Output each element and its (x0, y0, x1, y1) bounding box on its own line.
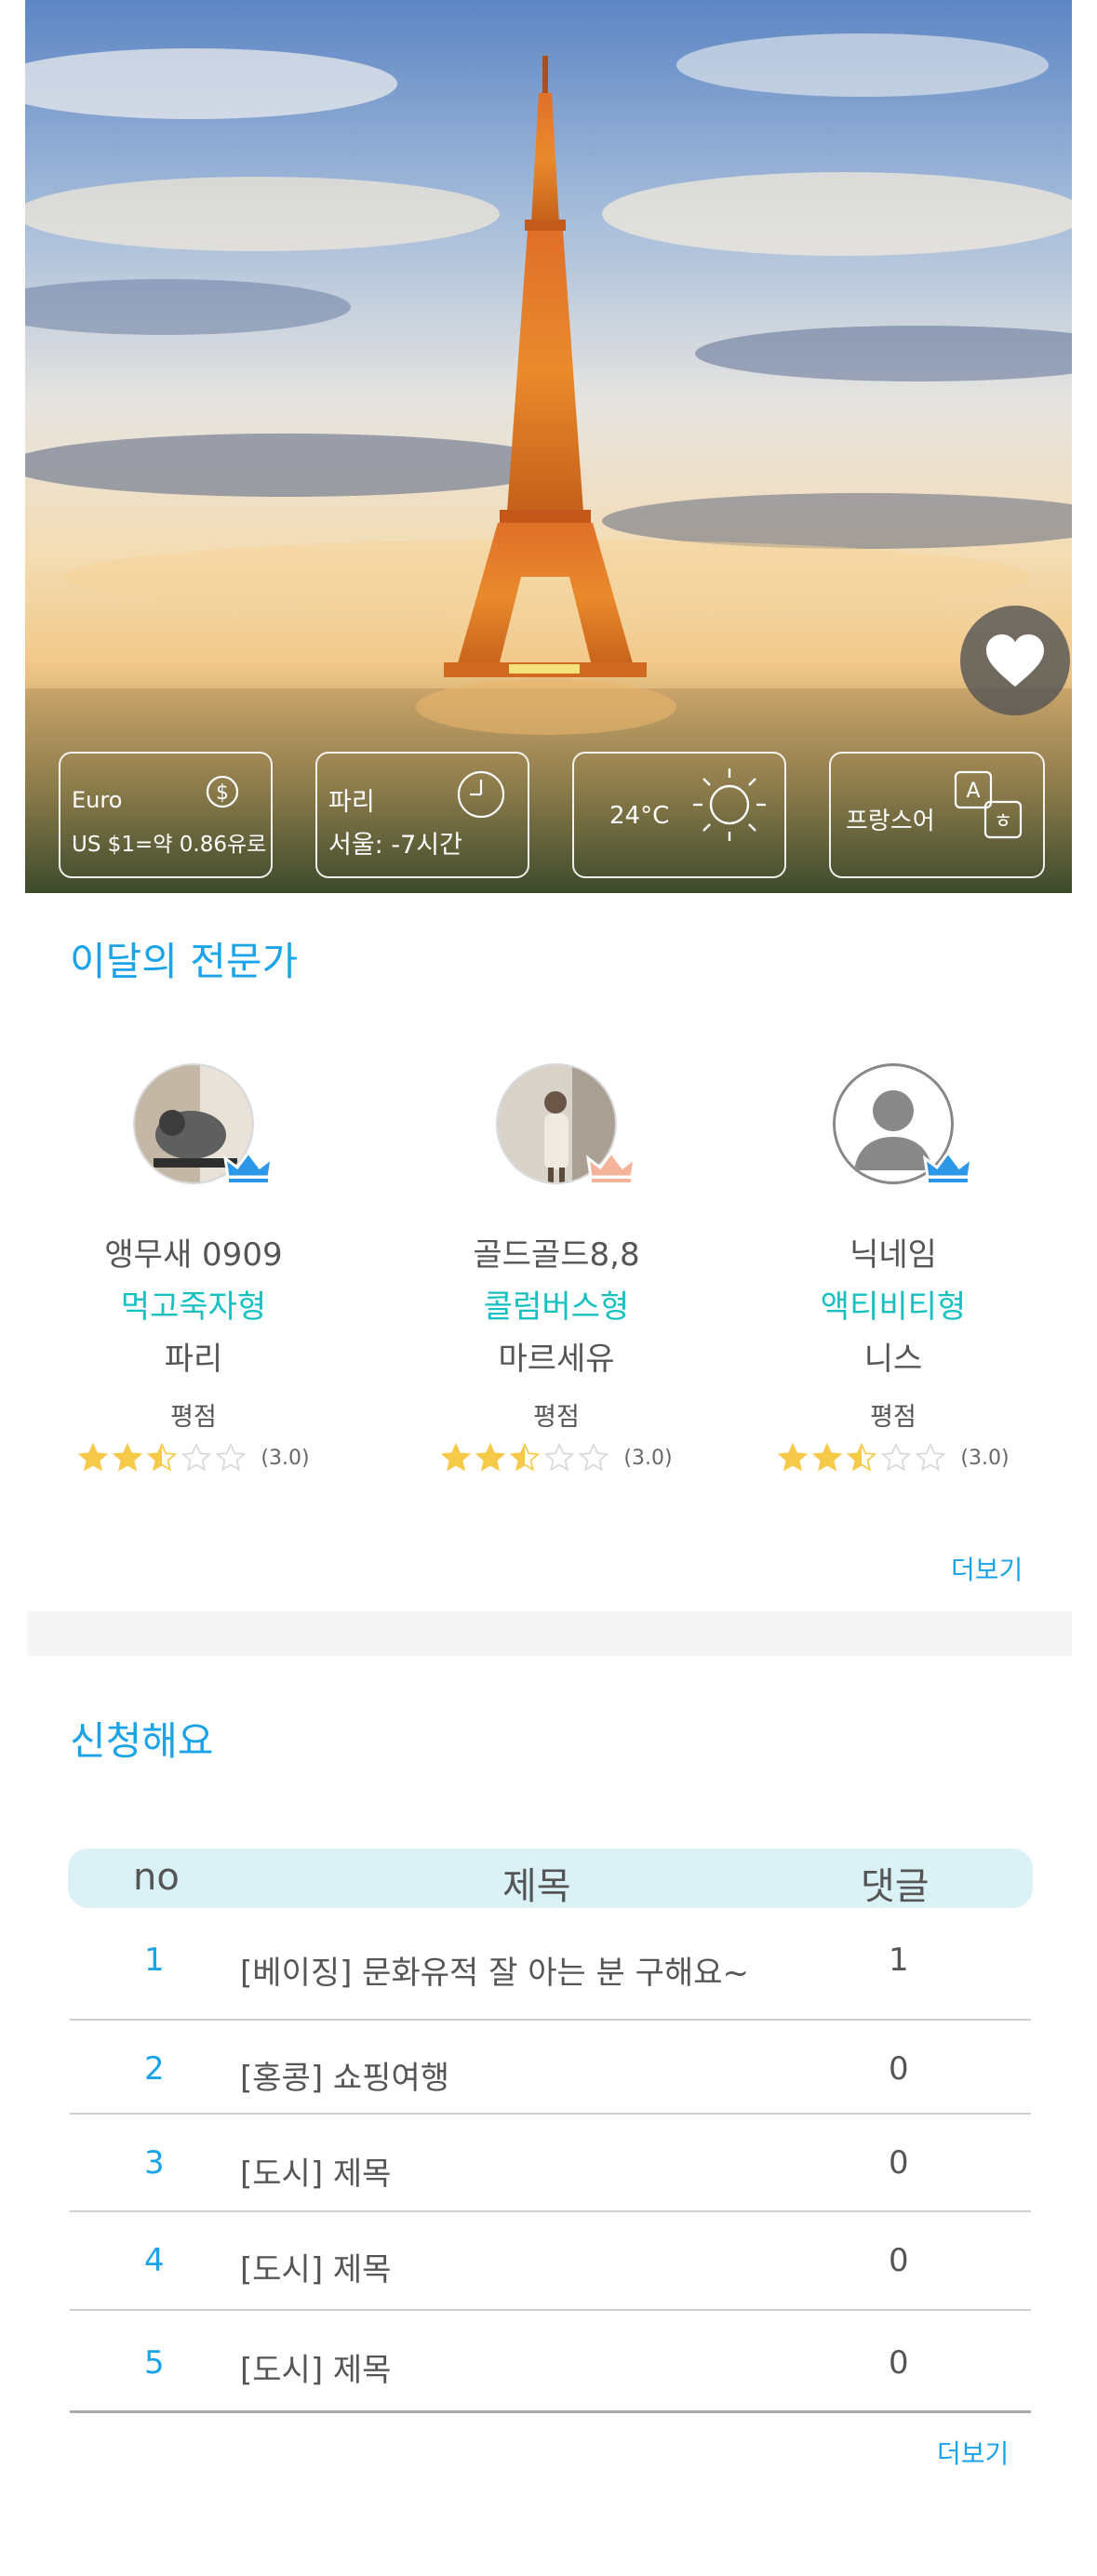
time-difference: 서울: -7시간 (328, 831, 462, 860)
row-comments: 0 (889, 2242, 909, 2279)
row-no: 1 (144, 1942, 165, 1979)
expert-name: 골드골드8,8 (473, 1236, 640, 1274)
row-title: [도시] 제목 (240, 2352, 392, 2389)
star-icon (579, 1442, 609, 1472)
weather-info: 24°C (572, 752, 786, 878)
star-rating: (3.0) (740, 1442, 1047, 1474)
expert-name: 닉네임 (850, 1236, 937, 1274)
row-title: [홍콩] 쇼핑여행 (240, 2060, 450, 2097)
rating-label: 평점 (870, 1403, 916, 1432)
row-comments: 1 (889, 1942, 909, 1979)
column-title: 제목 (502, 1865, 571, 1908)
svg-text:ㅎ: ㅎ (994, 810, 1012, 834)
star-icon (812, 1442, 843, 1472)
table-row[interactable]: 2 [홍콩] 쇼핑여행 0 (70, 2021, 1031, 2115)
row-no: 2 (144, 2050, 165, 2088)
temperature: 24°C (609, 802, 670, 830)
crown-icon (922, 1150, 974, 1184)
row-title: [도시] 제목 (240, 2251, 392, 2289)
row-comments: 0 (889, 2050, 909, 2088)
star-rating: (3.0) (403, 1442, 710, 1474)
table-header: no 제목 댓글 (68, 1849, 1033, 1908)
row-comments: 0 (889, 2144, 909, 2182)
star-icon (916, 1442, 946, 1472)
svg-text:A: A (966, 780, 980, 803)
language-label: 프랑스어 (846, 808, 935, 835)
expert-card[interactable]: 앵무새 0909 먹고죽자형 파리 평점 (3.0) (40, 1063, 347, 1474)
translate-icon: A ㅎ (954, 770, 1023, 839)
exchange-rate: US $1=약 0.86유로 (72, 833, 267, 857)
expert-type: 콜럼버스형 (483, 1288, 630, 1326)
star-icon (847, 1442, 877, 1472)
star-icon (113, 1442, 143, 1472)
star-icon (544, 1442, 575, 1472)
star-icon (510, 1442, 541, 1472)
table-row[interactable]: 3 [도시] 제목 0 (70, 2115, 1031, 2212)
crown-icon (222, 1150, 274, 1184)
favorite-button[interactable] (960, 606, 1070, 715)
dollar-icon: $ (206, 775, 239, 808)
star-icon (216, 1442, 247, 1472)
expert-city: 니스 (863, 1341, 923, 1378)
expert-city: 파리 (164, 1341, 223, 1378)
city-label: 파리 (328, 788, 375, 817)
table-row[interactable]: 5 [도시] 제목 0 (70, 2311, 1031, 2413)
row-title: [베이징] 문화유적 잘 아는 분 구해요~ (240, 1955, 749, 1992)
rating-value: (3.0) (623, 1446, 673, 1470)
star-icon (441, 1442, 472, 1472)
row-no: 4 (144, 2242, 165, 2279)
expert-card[interactable]: 닉네임 액티비티형 니스 평점 (3.0) (740, 1063, 1047, 1474)
star-icon (475, 1442, 506, 1472)
expert-type: 액티비티형 (820, 1288, 967, 1326)
expert-card[interactable]: 골드골드8,8 콜럼버스형 마르세유 평점 (3.0) (403, 1063, 710, 1474)
currency-label: Euro (72, 787, 123, 813)
crown-shape (222, 1150, 274, 1179)
crown-icon (585, 1150, 637, 1184)
section-divider (27, 1611, 1072, 1656)
column-no: no (133, 1856, 180, 1899)
column-comments: 댓글 (861, 1865, 930, 1908)
rating-value: (3.0) (261, 1446, 310, 1470)
star-rating: (3.0) (40, 1442, 347, 1474)
expert-type: 먹고죽자형 (120, 1288, 267, 1326)
heart-icon (986, 634, 1044, 687)
star-icon (181, 1442, 212, 1472)
svg-text:$: $ (216, 781, 229, 805)
star-icon (881, 1442, 912, 1472)
time-info: 파리 서울: -7시간 (315, 752, 529, 878)
currency-info: Euro US $1=약 0.86유로 $ (59, 752, 273, 878)
row-title: [도시] 제목 (240, 2156, 392, 2193)
requests-more-link[interactable]: 더보기 (937, 2434, 1009, 2471)
experts-section-title: 이달의 전문가 (70, 939, 299, 984)
row-comments: 0 (889, 2344, 909, 2382)
sun-icon (693, 768, 766, 841)
rating-value: (3.0) (960, 1446, 1010, 1470)
star-icon (78, 1442, 109, 1472)
expert-name: 앵무새 0909 (104, 1236, 283, 1274)
expert-city: 마르세유 (498, 1341, 615, 1378)
hero-banner: Euro US $1=약 0.86유로 $ 파리 서울: -7시간 24°C 프… (25, 0, 1072, 893)
clock-icon (457, 770, 505, 819)
row-no: 3 (144, 2144, 165, 2182)
rating-label: 평점 (170, 1403, 217, 1432)
star-icon (778, 1442, 809, 1472)
language-info: 프랑스어 A ㅎ (829, 752, 1045, 878)
table-row[interactable]: 1 [베이징] 문화유적 잘 아는 분 구해요~ 1 (70, 1908, 1031, 2021)
rating-label: 평점 (533, 1403, 580, 1432)
requests-section-title: 신청해요 (70, 1718, 214, 1764)
star-icon (147, 1442, 178, 1472)
row-no: 5 (144, 2344, 165, 2382)
table-row[interactable]: 4 [도시] 제목 0 (70, 2212, 1031, 2311)
experts-more-link[interactable]: 더보기 (951, 1550, 1023, 1587)
